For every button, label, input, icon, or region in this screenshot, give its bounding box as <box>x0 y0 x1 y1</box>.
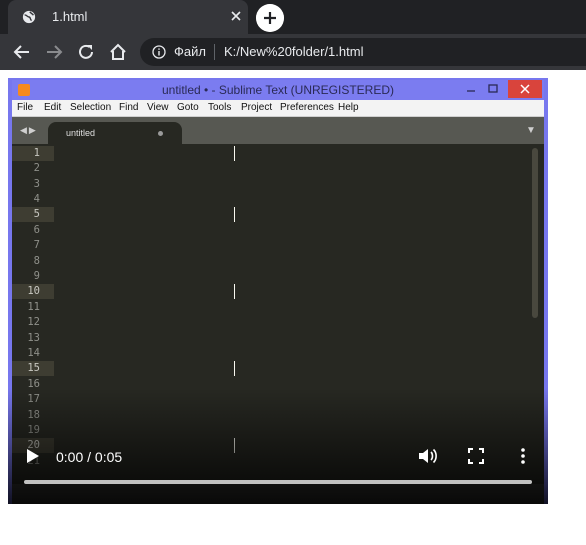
line-number: 7 <box>33 239 40 251</box>
text-cursor <box>234 361 235 376</box>
browser-toolbar: Файл K:/New%20folder/1.html <box>0 34 586 70</box>
menu-help: Help <box>338 102 359 113</box>
sublime-tab: untitled <box>48 122 182 144</box>
back-arrow-icon[interactable] <box>12 42 32 62</box>
fullscreen-icon[interactable] <box>468 448 484 464</box>
close-icon[interactable] <box>228 8 244 24</box>
line-number: 3 <box>33 178 40 190</box>
home-icon[interactable] <box>108 42 128 62</box>
volume-icon[interactable] <box>418 447 438 465</box>
line-number: 10 <box>12 284 54 299</box>
line-number: 5 <box>12 207 54 222</box>
line-number: 4 <box>33 193 40 205</box>
file-scheme-label: Файл <box>174 44 206 59</box>
menu-goto: Goto <box>177 102 199 113</box>
line-number: 15 <box>12 361 54 376</box>
play-icon[interactable] <box>26 448 40 464</box>
line-number: 2 <box>33 162 40 174</box>
reload-icon[interactable] <box>76 42 96 62</box>
info-icon[interactable] <box>152 45 166 59</box>
window-close-icon <box>508 80 542 98</box>
sublime-tab-label: untitled <box>66 128 96 138</box>
sublime-menubar: File Edit Selection Find View Goto Tools… <box>12 100 544 117</box>
tab-nav-arrows-icon: ◀▶ <box>20 125 38 135</box>
tab-title: 1.html <box>52 9 88 24</box>
menu-file: File <box>17 102 34 113</box>
plus-icon[interactable] <box>256 4 284 32</box>
address-bar[interactable]: Файл K:/New%20folder/1.html <box>140 38 586 66</box>
menu-preferences: Preferences <box>280 102 334 113</box>
line-number: 11 <box>27 301 40 313</box>
tab-dropdown-icon: ▼ <box>526 125 536 136</box>
line-number: 6 <box>33 224 40 236</box>
text-cursor <box>234 284 235 299</box>
menu-selection: Selection <box>70 102 112 113</box>
video-player[interactable]: untitled • - Sublime Text (UNREGISTERED)… <box>8 78 548 504</box>
forward-arrow-icon[interactable] <box>44 42 64 62</box>
video-progress-bar[interactable] <box>24 480 532 484</box>
browser-tab-strip: 1.html <box>0 0 586 34</box>
sublime-titlebar: untitled • - Sublime Text (UNREGISTERED) <box>12 80 544 100</box>
url-text[interactable]: K:/New%20folder/1.html <box>224 44 363 59</box>
text-cursor <box>234 146 235 161</box>
text-cursor <box>234 207 235 222</box>
line-number: 8 <box>33 255 40 267</box>
globe-icon <box>22 10 36 24</box>
video-time-display: 0:00 / 0:05 <box>56 449 123 465</box>
browser-tab[interactable]: 1.html <box>8 0 248 34</box>
menu-project: Project <box>241 102 273 113</box>
menu-edit: Edit <box>44 102 62 113</box>
line-number: 14 <box>27 347 40 359</box>
video-controls-overlay <box>8 388 548 504</box>
menu-view: View <box>147 102 169 113</box>
line-number: 13 <box>27 332 40 344</box>
unsaved-dot-icon <box>158 131 163 136</box>
omnibox-divider <box>214 44 215 60</box>
maximize-icon <box>488 84 498 93</box>
line-number: 12 <box>27 316 40 328</box>
line-number: 9 <box>33 270 40 282</box>
menu-find: Find <box>119 102 139 113</box>
editor-scrollbar <box>532 148 538 318</box>
minimize-icon <box>467 90 475 92</box>
more-options-icon[interactable] <box>518 447 528 465</box>
menu-tools: Tools <box>208 102 232 113</box>
line-number: 1 <box>12 146 54 161</box>
sublime-tabbar: ◀▶ untitled ▼ <box>12 117 544 144</box>
